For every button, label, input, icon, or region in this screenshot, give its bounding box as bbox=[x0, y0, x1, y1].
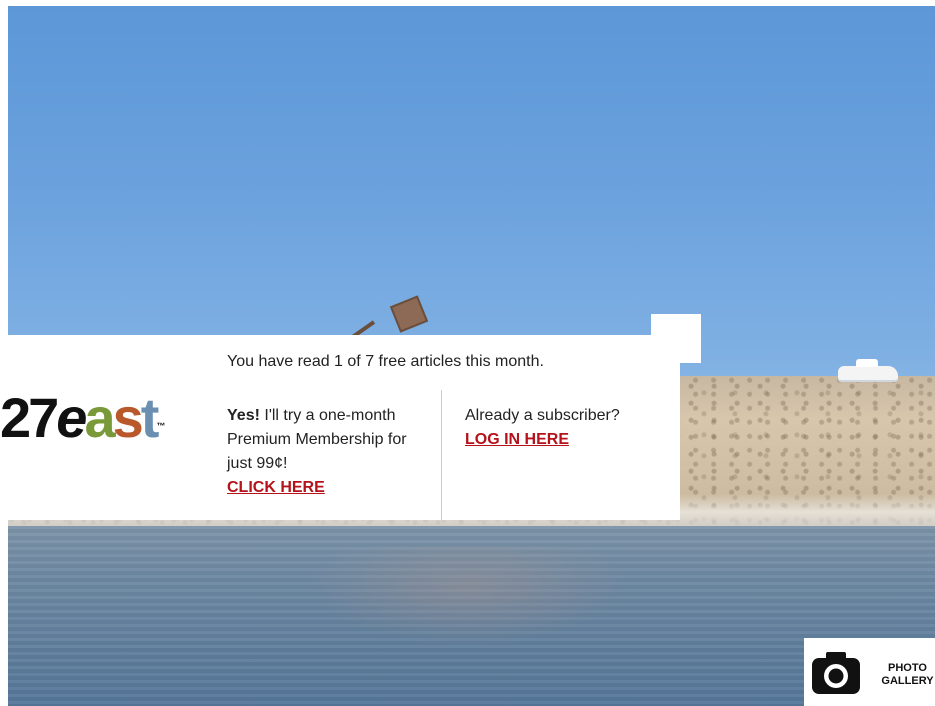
logo-letter-a: a bbox=[84, 386, 115, 449]
logo-trademark: ™ bbox=[156, 421, 166, 431]
gallery-label-line1: PHOTO bbox=[888, 662, 927, 674]
camera-icon bbox=[812, 652, 860, 694]
log-in-link[interactable]: LOG IN HERE bbox=[465, 429, 569, 451]
subscriber-login: Already a subscriber? LOG IN HERE bbox=[465, 404, 665, 452]
photo-sign bbox=[389, 295, 429, 333]
dialog-divider bbox=[441, 390, 442, 520]
logo-letter-e: e bbox=[56, 386, 87, 449]
gallery-label-line2: GALLERY bbox=[881, 675, 934, 687]
click-here-link[interactable]: CLICK HERE bbox=[227, 477, 325, 499]
photo-reflection bbox=[308, 546, 628, 646]
membership-offer: Yes! I'll try a one-month Premium Member… bbox=[227, 404, 432, 500]
logo-letter-s: s bbox=[112, 386, 144, 449]
article-count-message: You have read 1 of 7 free articles this … bbox=[227, 353, 544, 370]
photo-boat bbox=[838, 359, 898, 380]
logo-number: 27 bbox=[0, 386, 59, 449]
photo-gallery-button[interactable]: PHOTO GALLERY bbox=[804, 638, 935, 706]
logo-letter-t: t bbox=[140, 386, 160, 449]
offer-yes-label: Yes! bbox=[227, 407, 260, 424]
subscriber-prompt: Already a subscriber? bbox=[465, 407, 620, 424]
photo-gallery-label: PHOTO GALLERY bbox=[880, 662, 935, 688]
27east-logo[interactable]: 27east™ bbox=[0, 388, 195, 448]
page: 27east™ You have read 1 of 7 free articl… bbox=[0, 0, 935, 706]
